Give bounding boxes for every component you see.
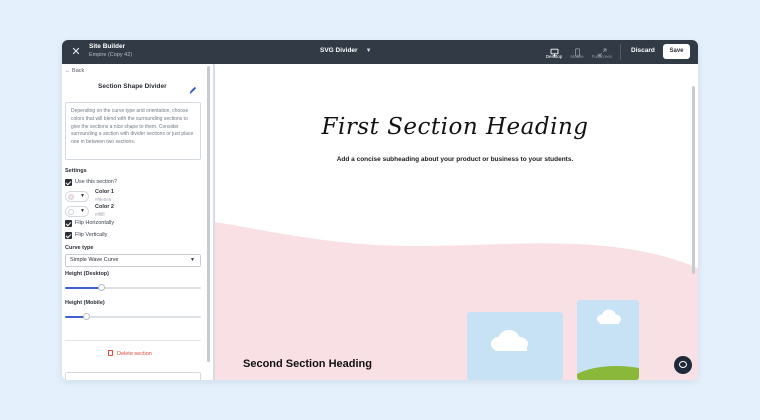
description-text: Depending on the curve type and orientat… [65,102,201,160]
checkbox-checked-icon [65,232,72,239]
color-1-swatch [68,194,74,200]
color-1-picker[interactable]: ▼ [65,191,89,202]
color-2-hex: #ffffff [95,212,105,217]
next-panel-box [65,372,201,380]
color-2-swatch [68,209,74,215]
toolbar-divider [620,44,621,60]
device-fullscreen-button[interactable]: Fullscreen [588,44,616,59]
chevron-down-icon: ▼ [80,193,85,199]
slider-fill [65,286,102,289]
page-preview: First Section Heading Add a concise subh… [213,64,698,380]
page-selector-label: SVG Divider [320,47,358,54]
trash-icon [108,350,113,356]
chevron-down-icon: ▼ [190,257,195,263]
device-fullscreen-label: Fullscreen [591,54,613,59]
height-mobile-slider[interactable] [65,313,201,320]
chevron-down-icon: ▼ [80,208,85,214]
app-title: Site Builder [89,43,126,50]
height-desktop-slider[interactable] [65,284,201,291]
site-builder-window: ✕ Site Builder Empire (Copy 42) SVG Divi… [62,40,698,380]
chevron-down-icon: ▼ [365,48,372,54]
panel-divider [65,340,201,341]
second-section-heading[interactable]: Second Section Heading [243,358,372,370]
page-selector[interactable]: SVG Divider ▼ [320,47,372,54]
checkbox-checked-icon [65,220,72,227]
arrow-left-icon: ← [65,68,71,74]
settings-panel: ← Back Section Shape Divider Depending o… [62,64,210,380]
landscape-image-icon [577,300,639,380]
first-section-subheading[interactable]: Add a concise subheading about your prod… [215,156,695,163]
color-2-name: Color 2 [95,204,114,210]
first-section-heading[interactable]: First Section Heading [215,114,695,140]
curve-type-label: Curve type [65,245,94,251]
flip-horizontally-label: Flip Horizontally [75,220,115,226]
mobile-icon [563,44,591,57]
site-name: Empire (Copy 42) [89,52,133,58]
fullscreen-icon [588,44,616,57]
back-link[interactable]: ← Back [65,68,84,74]
delete-section-button[interactable]: Delete section [108,350,152,357]
settings-heading: Settings [65,168,87,174]
pencil-icon[interactable] [188,82,198,94]
image-placeholder[interactable] [577,300,639,380]
image-placeholder[interactable] [467,312,563,380]
device-mobile-button[interactable]: Mobile [563,44,591,59]
discard-button[interactable]: Discard [628,46,658,55]
slider-thumb[interactable] [98,284,106,291]
device-mobile-label: Mobile [570,54,584,59]
delete-section-label: Delete section [117,351,152,357]
curve-type-value: Simple Wave Curve [70,257,119,263]
use-section-label: Use this section? [75,179,117,185]
panel-title: Section Shape Divider [98,83,167,90]
back-label: Back [72,68,85,74]
slider-thumb[interactable] [83,313,91,320]
top-bar: ✕ Site Builder Empire (Copy 42) SVG Divi… [62,40,698,64]
cloud-image-icon [467,312,563,380]
height-mobile-label: Height (Mobile) [65,300,105,306]
color-1-name: Color 1 [95,189,114,195]
save-button[interactable]: Save [663,44,690,59]
curve-type-select[interactable]: Simple Wave Curve ▼ [65,254,201,267]
color-2-picker[interactable]: ▼ [65,206,89,217]
height-desktop-label: Height (Desktop) [65,271,109,277]
color-1-hex: #f9e0e5 [95,197,112,202]
checkbox-checked-icon [65,179,72,186]
chat-bubble-icon[interactable] [674,356,692,374]
panel-scrollbar[interactable] [207,66,210,362]
close-icon[interactable]: ✕ [68,44,84,60]
flip-vertically-label: Flip Vertically [75,232,108,238]
